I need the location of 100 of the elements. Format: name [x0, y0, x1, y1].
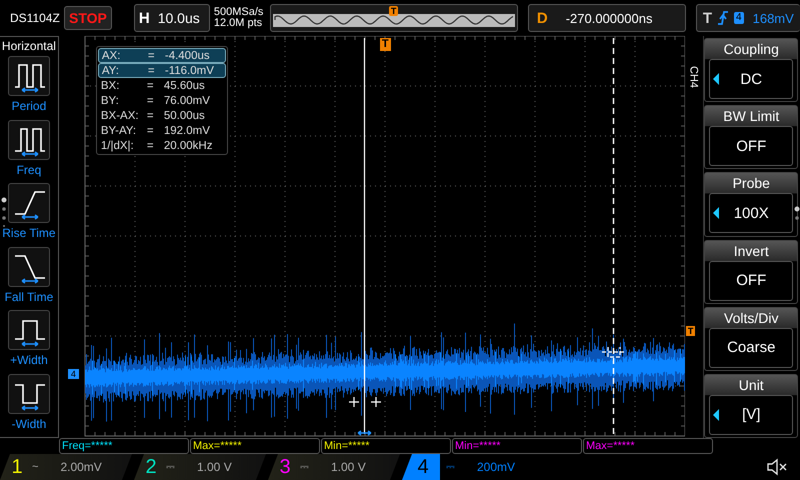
measure-button[interactable] — [8, 120, 50, 160]
memory-depth: 12.0M pts — [214, 18, 264, 29]
channel-number: 1 — [10, 456, 24, 478]
cursor-b-crosshair-icon — [601, 346, 626, 358]
menu-item-title: Probe — [732, 174, 770, 194]
channel-number: 4 — [402, 454, 440, 480]
measurement-readout: Freq=***** — [59, 438, 189, 454]
measure-label: Freq — [16, 162, 42, 176]
menu-item-title: BW Limit — [723, 107, 780, 126]
timebase-box[interactable]: H 10.0us — [134, 4, 210, 32]
equals-sign: = — [146, 94, 155, 106]
measure-label: +Width — [10, 353, 48, 367]
measurement-readout: Max=***** — [190, 438, 320, 454]
page-dots-icon — [794, 206, 800, 222]
readout-name: AX: — [102, 50, 122, 62]
trigger-label: T — [702, 10, 712, 26]
model-name: DS1104Z — [10, 11, 60, 25]
measure-label: -Width — [12, 416, 46, 430]
menu-item-value: DC — [740, 70, 762, 88]
run-state-badge[interactable]: STOP — [64, 6, 112, 30]
menu-item-title: Volts/Div — [724, 308, 778, 328]
readout-name: BX-AX: — [100, 110, 140, 122]
channel-scale: 1.00 V — [197, 460, 232, 474]
trigger-box[interactable]: T 4 168mV — [696, 4, 800, 32]
channel-ground-marker[interactable]: 4 — [68, 369, 79, 379]
sample-rate: 500MSa/s — [214, 7, 264, 18]
trigger-position-marker[interactable]: T — [380, 38, 391, 51]
measurement-readout: Min=***** — [452, 438, 582, 454]
menu-item-value: 100X — [734, 204, 769, 222]
menu-item-value: Coarse — [727, 339, 776, 356]
channel-number: 2 — [144, 456, 158, 478]
readout-name: AY: — [102, 64, 120, 76]
trigger-position-marker[interactable]: T — [388, 6, 398, 16]
measure-label: Fall Time — [4, 290, 54, 304]
readout-value: 50.00us — [164, 110, 205, 122]
readout-value: 192.0mV — [164, 124, 210, 136]
menu-item[interactable]: Unit [V] — [704, 374, 798, 438]
delay-value: -270.000000ns — [566, 10, 652, 26]
measurement-readout: Min=***** — [321, 438, 451, 454]
channel-number: 3 — [278, 456, 292, 478]
measure-button[interactable] — [8, 56, 50, 96]
measure-button[interactable] — [8, 183, 50, 223]
coupling-symbol: ~ — [32, 461, 38, 473]
readout-value: 45.60us — [164, 80, 205, 92]
channel-scale: 2.00mV — [60, 460, 102, 474]
menu-item-title: Coupling — [724, 40, 779, 59]
readout-value: 20.00kHz — [164, 140, 212, 152]
cursor-a-line[interactable] — [364, 38, 365, 434]
menu-item[interactable]: Coupling DC — [704, 38, 798, 102]
measure-label: Period — [12, 99, 46, 113]
delay-label: D — [536, 10, 548, 26]
readout-value: -116.0mV — [164, 64, 214, 76]
channel-scale: 200mV — [477, 460, 516, 474]
trigger-level-marker[interactable]: T — [686, 326, 696, 336]
readout-name: BY-AY: — [100, 124, 138, 136]
cursor-b-line[interactable] — [612, 38, 614, 434]
channel-tab[interactable]: 1 ~ 2.00mV — [0, 454, 132, 480]
trigger-source-badge: 4 — [734, 12, 744, 24]
coupling-symbol: ⎓ — [166, 461, 175, 473]
readout-name: BX: — [100, 80, 120, 92]
menu-item-value: OFF — [736, 138, 766, 155]
channel-tab[interactable]: 3 ⎓ 1.00 V — [268, 454, 400, 480]
measure-button[interactable] — [8, 310, 50, 350]
measure-label: Rise Time — [2, 226, 56, 240]
readout-name: BY: — [100, 94, 120, 106]
timebase-value: 10.0us — [158, 10, 200, 26]
menu-item-title: Invert — [734, 242, 769, 261]
menu-item-value: OFF — [736, 272, 766, 290]
rising-edge-icon — [717, 10, 730, 26]
readout-value: -4.400us — [164, 50, 210, 62]
cursor-a-crosshair-icon — [348, 396, 382, 408]
menu-title: Horizontal — [2, 38, 56, 55]
trigger-level: 168mV — [752, 10, 794, 26]
channel-label: CH4 — [687, 66, 700, 90]
menu-item[interactable]: BW Limit OFF — [704, 105, 798, 170]
coupling-symbol: ⎓ — [446, 461, 455, 473]
measurement-readout: Max=***** — [583, 438, 713, 454]
menu-item-title: Unit — [738, 376, 764, 395]
channel-tab[interactable]: 2 ⎓ 1.00 V — [134, 454, 266, 480]
equals-sign: = — [146, 124, 155, 136]
muted-speaker-icon — [766, 458, 788, 476]
channel-scale: 1.00 V — [331, 460, 366, 474]
horizontal-arrow-icon — [357, 430, 372, 436]
measure-button[interactable] — [8, 374, 50, 414]
menu-item-value: [V] — [742, 406, 760, 424]
page-dots-icon — [1, 197, 7, 227]
equals-sign: = — [146, 110, 155, 122]
measure-button[interactable] — [8, 246, 50, 286]
equals-sign: = — [146, 140, 155, 152]
readout-name: 1/|dX|: — [100, 140, 135, 152]
horizontal-label: H — [138, 10, 150, 26]
readout-value: 76.00mV — [164, 94, 210, 106]
menu-item[interactable]: Volts/Div Coarse — [704, 306, 798, 371]
equals-sign: = — [148, 64, 156, 76]
delay-box[interactable]: D -270.000000ns — [528, 4, 686, 32]
menu-item[interactable]: Probe 100X — [704, 172, 798, 237]
equals-sign: = — [148, 50, 156, 62]
coupling-symbol: ⎓ — [300, 461, 309, 473]
menu-item[interactable]: Invert OFF — [704, 240, 798, 304]
equals-sign: = — [146, 80, 155, 92]
